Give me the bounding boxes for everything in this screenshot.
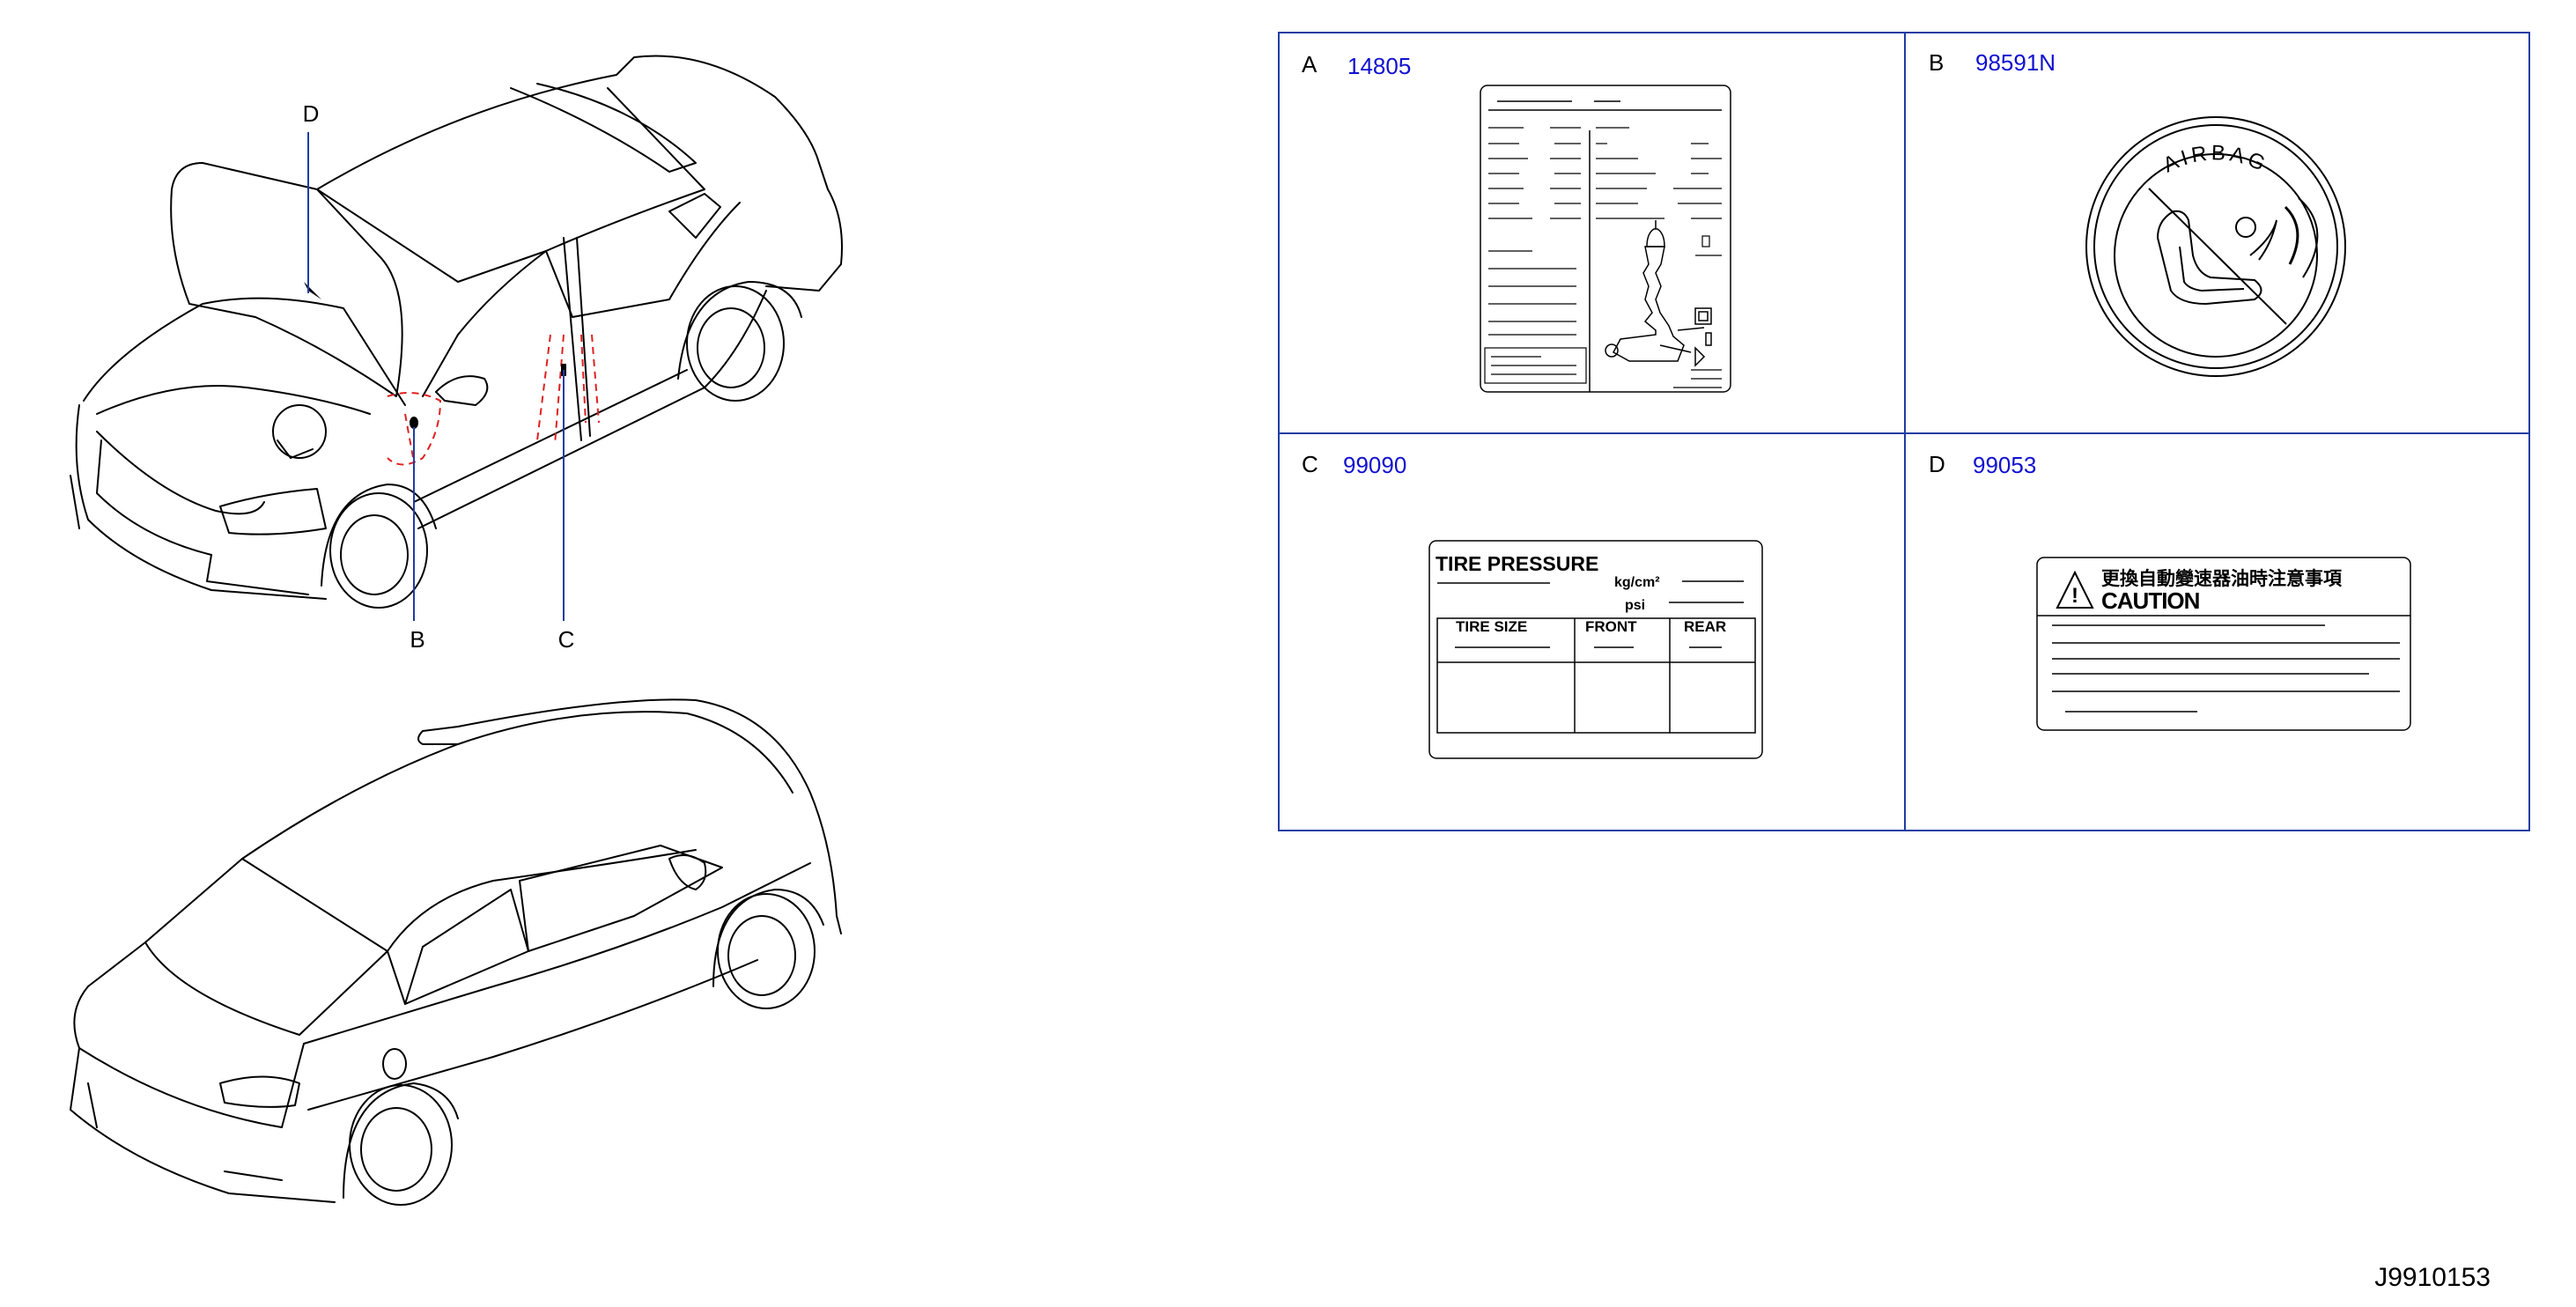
tire-label-col-front: FRONT xyxy=(1585,618,1637,635)
caution-label-chinese-text: 更換自動變速器油時注意事項 xyxy=(2101,568,2343,589)
warning-triangle-icon: ! xyxy=(2071,584,2078,608)
panel-d-letter: D xyxy=(1929,451,1945,477)
label-markers xyxy=(304,282,566,429)
panel-c-part-number: 99090 xyxy=(1343,452,1406,478)
panel-a-part-number: 14805 xyxy=(1347,53,1411,79)
panel-a-letter: A xyxy=(1302,51,1318,78)
callout-c: C xyxy=(558,626,575,653)
panel-c-letter: C xyxy=(1302,451,1318,477)
callout-d: D xyxy=(303,100,320,127)
tire-label-unit-psi: psi xyxy=(1625,598,1645,613)
figure-id: J9910153 xyxy=(2374,1263,2491,1292)
label-location-highlights xyxy=(387,334,600,466)
label-panel-grid xyxy=(1278,32,2530,831)
airbag-seal-text: AIRBAG xyxy=(2159,141,2272,177)
callout-b: B xyxy=(410,626,424,653)
panel-a-label-illustration xyxy=(1480,85,1731,393)
vehicle-rear-illustration xyxy=(70,698,842,1206)
tire-label-unit-kg: kg/cm² xyxy=(1614,575,1660,590)
tire-label-col-rear: REAR xyxy=(1684,618,1726,635)
tire-label-title: TIRE PRESSURE xyxy=(1436,552,1598,575)
panel-b-letter: B xyxy=(1929,49,1944,76)
tire-label-col-size: TIRE SIZE xyxy=(1456,618,1527,635)
panel-d-part-number: 99053 xyxy=(1973,452,2036,478)
parts-diagram: D B C A 14805 B 98591N C 99090 D 99053 A… xyxy=(70,32,2530,1292)
caution-label-title: CAUTION xyxy=(2101,587,2200,614)
vehicle-front-illustration xyxy=(70,55,843,609)
panel-b-part-number: 98591N xyxy=(1975,49,2056,76)
callout-leader-lines xyxy=(307,132,565,621)
